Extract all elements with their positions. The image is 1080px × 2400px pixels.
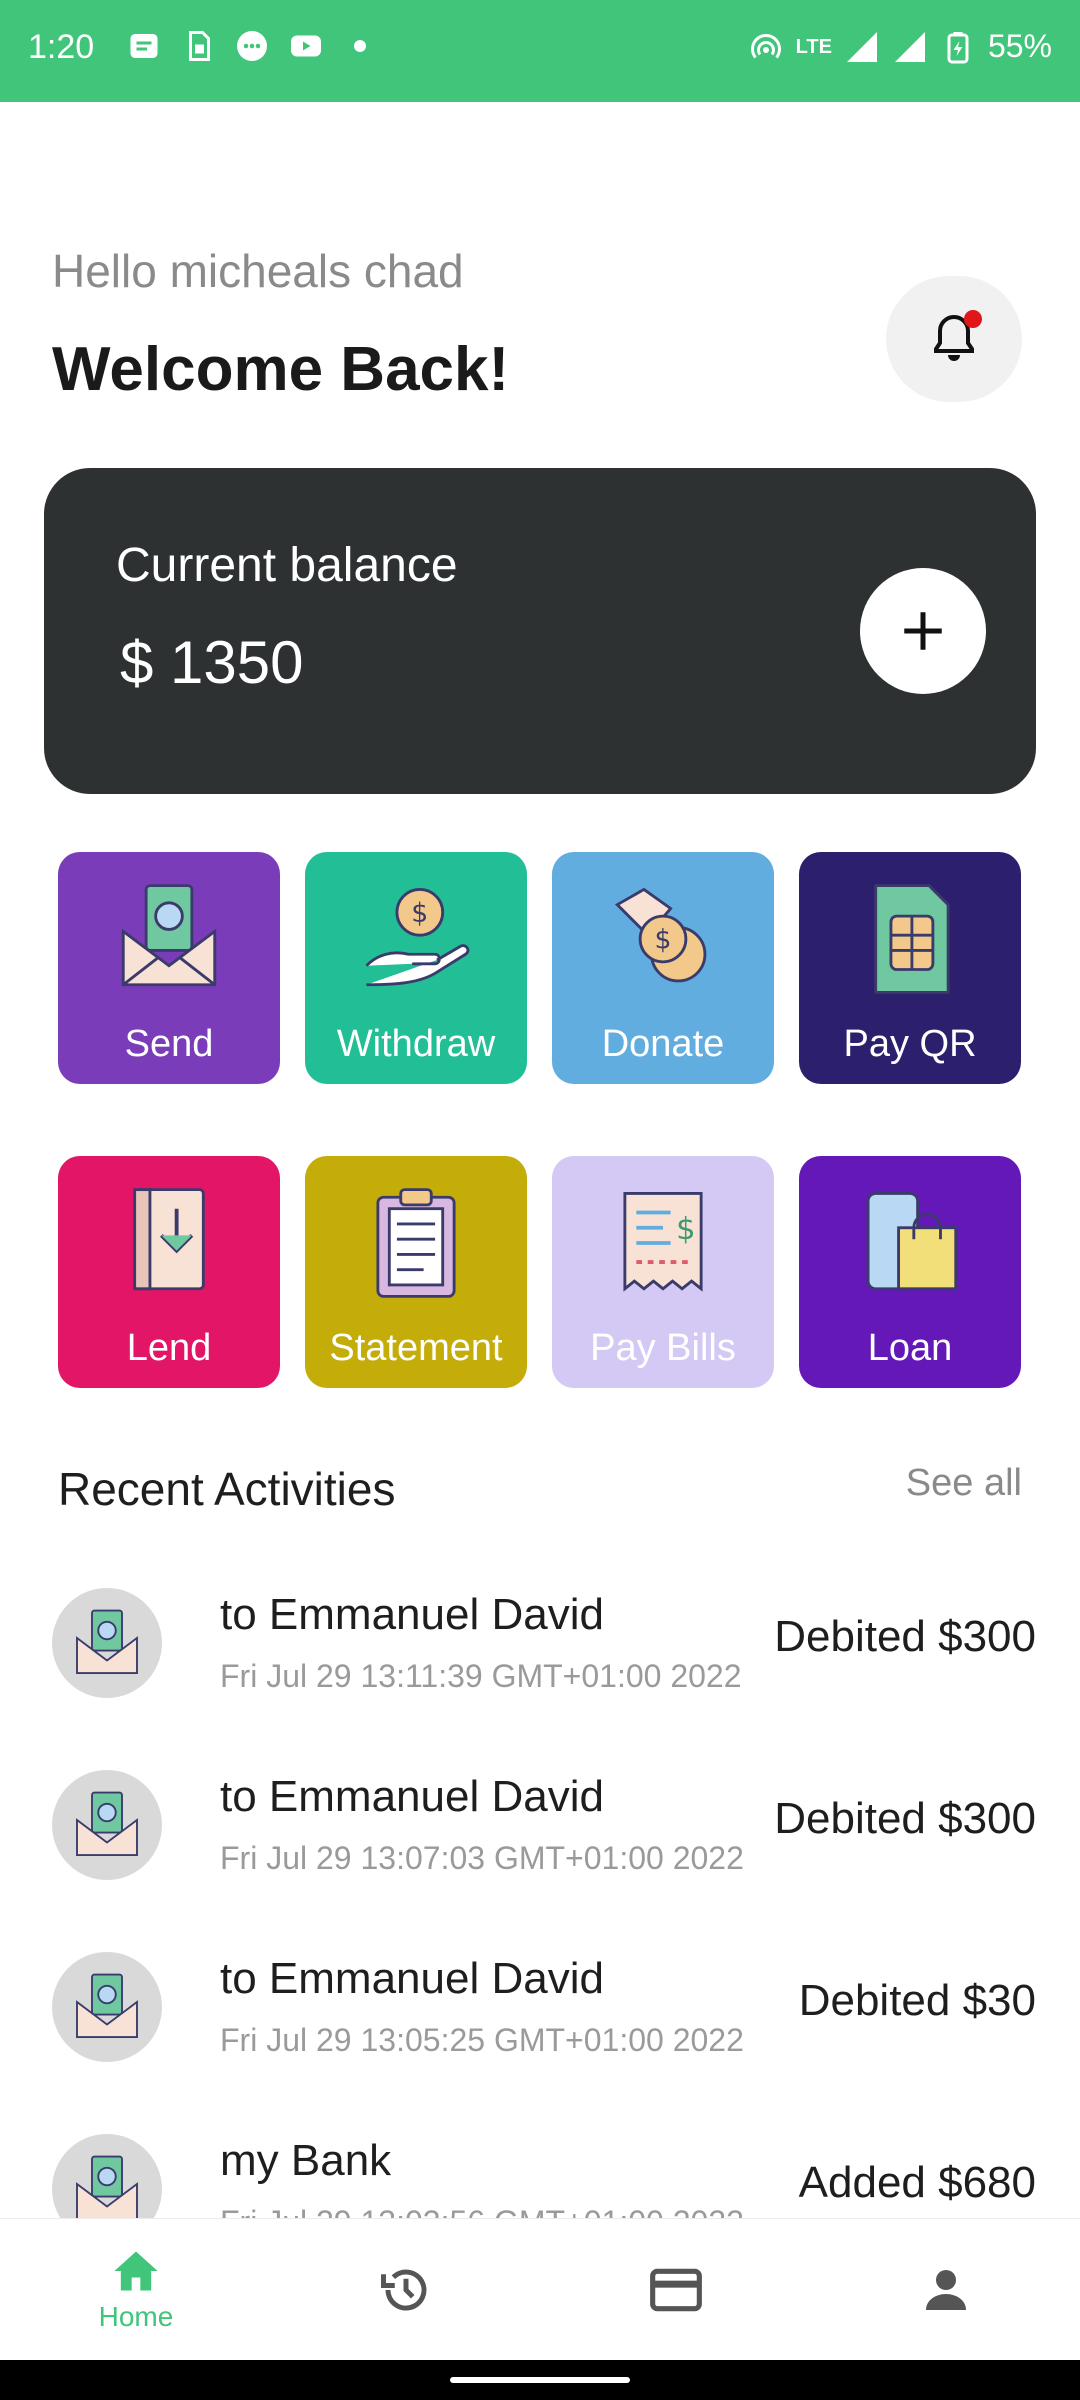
balance-amount: $ 1350 bbox=[120, 629, 304, 696]
envelope-money-icon bbox=[76, 2155, 138, 2218]
activity-item[interactable]: my Bank Fri Jul 29 13:03:56 GMT+01:00 20… bbox=[0, 2116, 1080, 2218]
gesture-bar bbox=[0, 2360, 1080, 2400]
plus-icon bbox=[904, 612, 942, 650]
book-download-icon bbox=[133, 1188, 205, 1291]
pay-bills-tile[interactable]: $ Pay Bills bbox=[552, 1156, 774, 1388]
svg-text:$: $ bbox=[655, 925, 672, 956]
gesture-handle[interactable] bbox=[450, 2377, 630, 2383]
status-time: 1:20 bbox=[28, 28, 95, 66]
add-funds-button[interactable] bbox=[860, 568, 986, 694]
lend-tile[interactable]: Lend bbox=[58, 1156, 280, 1388]
activity-avatar bbox=[52, 1588, 162, 1698]
envelope-money-icon bbox=[76, 1973, 138, 2038]
activity-amount: Debited $30 bbox=[798, 1976, 1036, 2025]
activity-date: Fri Jul 29 13:11:39 GMT+01:00 2022 bbox=[220, 1658, 742, 1694]
activity-item[interactable]: to Emmanuel David Fri Jul 29 13:07:03 GM… bbox=[0, 1752, 1080, 1912]
loan-tile[interactable]: Loan bbox=[799, 1156, 1021, 1388]
recent-activities-title: Recent Activities bbox=[58, 1463, 396, 1515]
activity-amount: Added $680 bbox=[798, 2158, 1036, 2207]
battery-icon bbox=[947, 31, 969, 63]
status-bar: 1:20 LTE 55% bbox=[0, 0, 1080, 102]
statement-tile[interactable]: Statement bbox=[305, 1156, 527, 1388]
loan-label: Loan bbox=[867, 1327, 953, 1369]
message-icon bbox=[130, 34, 158, 58]
donate-coins-icon: $ bbox=[614, 887, 707, 983]
notification-icons bbox=[126, 28, 378, 64]
svg-text:$: $ bbox=[676, 1212, 695, 1247]
greeting-text: Hello micheals chad bbox=[52, 245, 464, 297]
signal-icon-2 bbox=[894, 31, 925, 62]
notifications-button[interactable] bbox=[886, 276, 1022, 402]
withdraw-label: Withdraw bbox=[336, 1023, 496, 1065]
activity-avatar bbox=[52, 2134, 162, 2218]
signal-icon bbox=[846, 31, 877, 62]
network-type: LTE bbox=[795, 35, 832, 58]
battery-percent: 55% bbox=[987, 28, 1052, 64]
bottom-navigation: Home bbox=[0, 2218, 1080, 2360]
activity-title: to Emmanuel David bbox=[220, 1590, 604, 1639]
system-icons: LTE 55% bbox=[748, 28, 1052, 65]
notification-badge bbox=[964, 310, 982, 328]
hand-coin-icon: $ bbox=[365, 888, 470, 987]
nav-home[interactable]: Home bbox=[46, 2219, 226, 2361]
nav-cards[interactable] bbox=[586, 2219, 766, 2361]
activity-list: to Emmanuel David Fri Jul 29 13:11:39 GM… bbox=[0, 1570, 1080, 2218]
dot-icon bbox=[354, 40, 366, 52]
balance-label: Current balance bbox=[116, 539, 458, 592]
pay-qr-label: Pay QR bbox=[843, 1023, 977, 1065]
donate-tile[interactable]: $ Donate bbox=[552, 852, 774, 1084]
withdraw-tile[interactable]: $ Withdraw bbox=[305, 852, 527, 1084]
envelope-money-icon bbox=[76, 1609, 138, 1674]
activity-item[interactable]: to Emmanuel David Fri Jul 29 13:11:39 GM… bbox=[0, 1570, 1080, 1730]
card-icon bbox=[650, 2268, 702, 2312]
activity-item[interactable]: to Emmanuel David Fri Jul 29 13:05:25 GM… bbox=[0, 1934, 1080, 2094]
lend-label: Lend bbox=[126, 1327, 212, 1369]
envelope-money-icon bbox=[121, 884, 217, 987]
action-grid: Send $ Withdraw $ Donate Pay QR Lend Sta… bbox=[58, 852, 1024, 1388]
activity-amount: Debited $300 bbox=[774, 1794, 1036, 1843]
activity-date: Fri Jul 29 13:07:03 GMT+01:00 2022 bbox=[220, 1840, 744, 1876]
activity-date: Fri Jul 29 13:05:25 GMT+01:00 2022 bbox=[220, 2022, 744, 2058]
send-label: Send bbox=[124, 1023, 214, 1065]
nav-home-label: Home bbox=[98, 2301, 174, 2332]
sim-icon bbox=[189, 31, 210, 61]
activity-avatar bbox=[52, 1770, 162, 1880]
sim-card-icon bbox=[874, 884, 950, 994]
activity-title: to Emmanuel David bbox=[220, 1772, 604, 1821]
nav-history[interactable] bbox=[316, 2219, 496, 2361]
nav-profile[interactable] bbox=[856, 2219, 1036, 2361]
activity-amount: Debited $300 bbox=[774, 1612, 1036, 1661]
pay-qr-tile[interactable]: Pay QR bbox=[799, 852, 1021, 1084]
chat-icon bbox=[237, 31, 267, 61]
youtube-icon bbox=[291, 35, 321, 57]
hotspot-icon bbox=[750, 33, 781, 58]
phone-bag-icon bbox=[866, 1192, 958, 1291]
donate-label: Donate bbox=[601, 1023, 725, 1065]
send-tile[interactable]: Send bbox=[58, 852, 280, 1084]
home-icon bbox=[114, 2251, 158, 2291]
balance-card: Current balance $ 1350 bbox=[44, 468, 1036, 794]
pay-bills-label: Pay Bills bbox=[590, 1327, 736, 1369]
svg-text:$: $ bbox=[411, 898, 428, 929]
envelope-money-icon bbox=[76, 1791, 138, 1856]
welcome-title: Welcome Back! bbox=[52, 335, 510, 404]
activity-date: Fri Jul 29 13:03:56 GMT+01:00 2022 bbox=[220, 2204, 744, 2218]
clipboard-icon bbox=[376, 1188, 456, 1298]
activity-title: my Bank bbox=[220, 2136, 392, 2185]
profile-icon bbox=[926, 2270, 966, 2310]
receipt-icon: $ bbox=[623, 1192, 703, 1292]
see-all-link[interactable]: See all bbox=[906, 1462, 1022, 1505]
statement-label: Statement bbox=[329, 1327, 503, 1369]
activity-avatar bbox=[52, 1952, 162, 2062]
history-icon bbox=[381, 2269, 427, 2311]
activity-title: to Emmanuel David bbox=[220, 1954, 604, 2003]
